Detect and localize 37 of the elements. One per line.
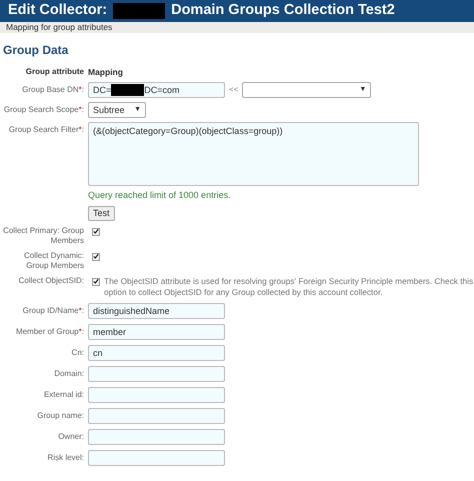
field-label: Collect Dynamic: Group Members: [22, 250, 85, 270]
subtitle: Mapping for group attributes: [0, 22, 474, 33]
window-title: Domain Groups Collection Test2: [171, 1, 395, 20]
field-label: Group Base DN*:: [21, 85, 85, 95]
field-label: Collect ObjectSID:: [18, 276, 85, 286]
separator-text: <<: [229, 84, 238, 96]
description-text: The ObjectSID attribute is used for resolving groups' Foreign Security Principle members. Check this option to collect ObjectSID for any Group collected by this account collector.: [104, 276, 474, 298]
text-area[interactable]: (&(objectCategory=Group)(objectClass=group)): [88, 122, 419, 186]
checkbox[interactable]: [92, 228, 100, 236]
field-label: External id:: [42, 390, 85, 400]
checkbox[interactable]: [92, 278, 100, 286]
text-field[interactable]: member: [88, 324, 225, 340]
field-label: Owner:: [57, 432, 85, 442]
test-button[interactable]: Test: [88, 206, 115, 220]
text-field[interactable]: [88, 450, 225, 466]
field-label: Group Search Scope*:: [2, 105, 85, 115]
field-label: Group ID/Name*:: [22, 306, 85, 316]
text-field[interactable]: DC= DC=com: [88, 82, 225, 98]
field-label: Cn:: [70, 348, 85, 358]
section-title: Group Data: [3, 42, 70, 59]
field-label: Collect Primary: Group Members: [2, 226, 85, 246]
text-field[interactable]: distinguishedName: [88, 302, 225, 318]
status-message: Query reached limit of 1000 entries.: [88, 189, 231, 202]
field-label: Group name:: [36, 410, 85, 420]
column-header: Group attribute: [24, 67, 85, 77]
text-field[interactable]: cn: [88, 344, 225, 360]
field-label: Domain:: [53, 368, 85, 378]
checkbox[interactable]: [92, 252, 100, 260]
field-label: Group Search Filter*:: [8, 125, 85, 135]
text-field[interactable]: [88, 366, 225, 382]
field-label: Risk level:: [46, 452, 85, 462]
text-field[interactable]: [88, 386, 225, 402]
text-field[interactable]: [88, 428, 225, 444]
column-header: Mapping: [88, 67, 123, 78]
window-title: Edit Collector:: [8, 1, 108, 20]
text-field[interactable]: [88, 408, 225, 424]
field-label: Member of Group*:: [14, 326, 85, 336]
